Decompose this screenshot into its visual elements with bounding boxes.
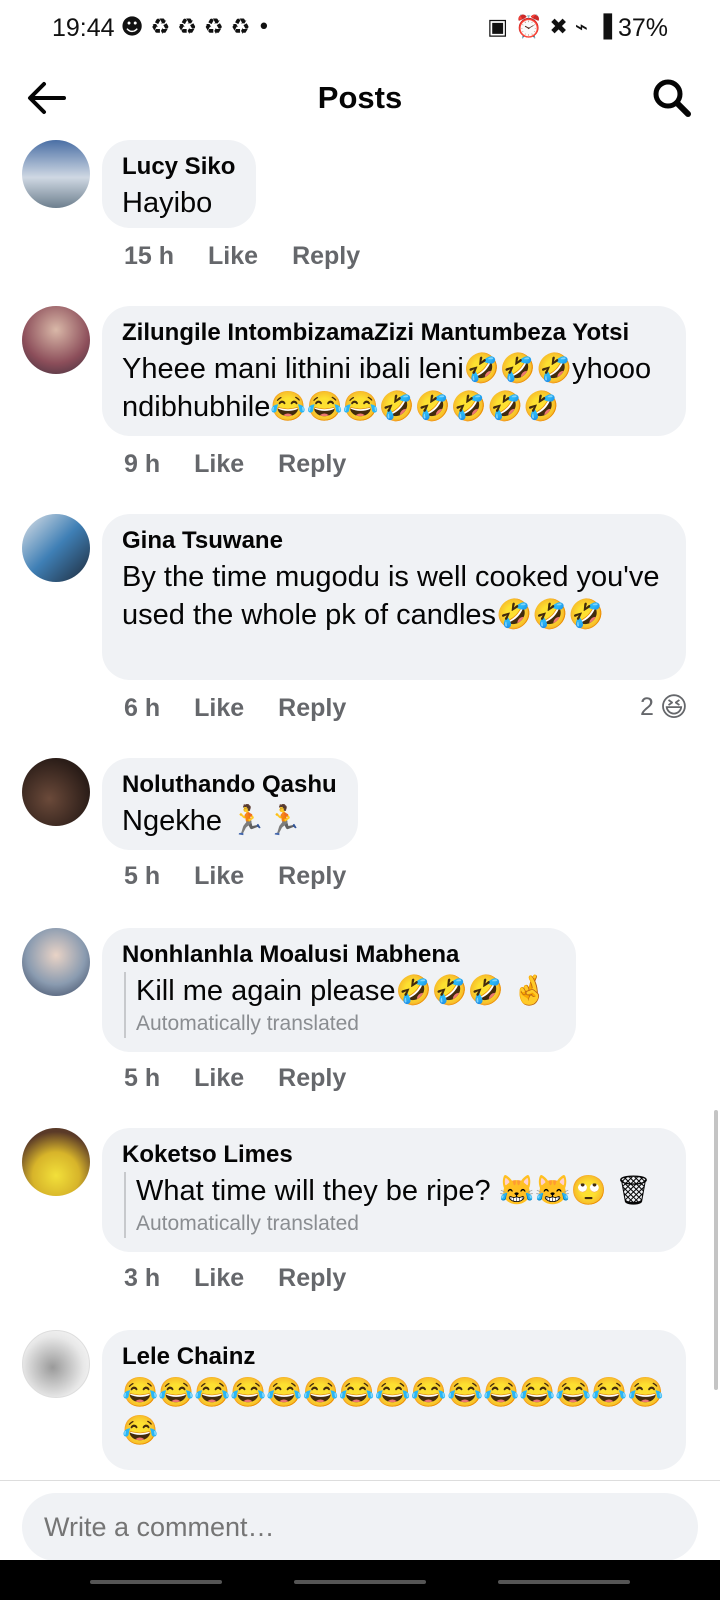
- search-icon: [653, 79, 691, 117]
- battery-level: 37%: [617, 13, 668, 42]
- reply-button[interactable]: Reply: [278, 1064, 346, 1093]
- status-right: ▣ ⏰ ✖ ⌁ ▐ 37%: [487, 14, 668, 43]
- haha-reaction-icon: 😆: [659, 692, 688, 723]
- comment-time[interactable]: 3 h: [124, 1264, 160, 1293]
- comment-time[interactable]: 5 h: [124, 1064, 160, 1093]
- comment-author[interactable]: Noluthando Qashu: [122, 768, 338, 802]
- comment-text: What time will they be ripe? 😹😹🙄 🗑: [136, 1175, 652, 1207]
- recent-apps-button[interactable]: [90, 1580, 222, 1584]
- comment-bubble: Zilungile IntombizamaZizi Mantumbeza Yot…: [102, 306, 686, 436]
- comment-bubble: Koketso Limes What time will they be rip…: [102, 1128, 686, 1252]
- comment-bubble: Lele Chainz 😂😂😂😂😂😂😂😂😂😂😂😂😂😂😂😂: [102, 1330, 686, 1470]
- comment-text: By the time mugodu is well cooked you've…: [122, 561, 660, 631]
- comment-actions: 5 h Like Reply: [124, 1064, 346, 1093]
- comment-text: Yheee mani lithini ibali leni🤣🤣🤣yhooo nd…: [122, 353, 652, 423]
- reaction-summary[interactable]: 2 😆: [640, 692, 688, 723]
- comment-time[interactable]: 5 h: [124, 862, 160, 891]
- like-button[interactable]: Like: [194, 450, 244, 479]
- reply-button[interactable]: Reply: [278, 694, 346, 723]
- like-button[interactable]: Like: [194, 694, 244, 723]
- comment-text: Ngekhe 🏃🏃: [122, 805, 303, 837]
- comment-author[interactable]: Lucy Siko: [122, 150, 236, 184]
- back-button[interactable]: [24, 78, 68, 118]
- like-button[interactable]: Like: [194, 1264, 244, 1293]
- avatar[interactable]: [22, 1330, 90, 1398]
- comment-actions: 3 h Like Reply: [124, 1264, 346, 1293]
- translated-block: Kill me again please🤣🤣🤣 🤞 Automatically …: [124, 972, 556, 1038]
- reply-button[interactable]: Reply: [278, 1264, 346, 1293]
- comment-author[interactable]: Nonhlanhla Moalusi Mabhena: [122, 938, 556, 972]
- comment-text: Kill me again please🤣🤣🤣 🤞: [136, 975, 549, 1007]
- avatar[interactable]: [22, 758, 90, 826]
- comment-composer: [0, 1480, 720, 1561]
- comment-author[interactable]: Lele Chainz: [122, 1340, 666, 1374]
- comment-text: 😂😂😂😂😂😂😂😂😂😂😂😂😂😂😂😂: [122, 1377, 664, 1447]
- comment-text: Hayibo: [122, 187, 213, 219]
- page-title: Posts: [317, 80, 403, 115]
- comment-bubble: Noluthando Qashu Ngekhe 🏃🏃: [102, 758, 358, 850]
- comment-time[interactable]: 9 h: [124, 450, 160, 479]
- back-nav-button[interactable]: [498, 1580, 630, 1584]
- status-time: 19:44: [52, 13, 115, 42]
- avatar[interactable]: [22, 1128, 90, 1196]
- comment-author[interactable]: Zilungile IntombizamaZizi Mantumbeza Yot…: [122, 316, 666, 350]
- translated-block: What time will they be ripe? 😹😹🙄 🗑 Autom…: [124, 1172, 666, 1238]
- comment-time[interactable]: 15 h: [124, 242, 174, 271]
- comment-time[interactable]: 6 h: [124, 694, 160, 723]
- comment-actions: 9 h Like Reply: [124, 450, 346, 479]
- reply-button[interactable]: Reply: [292, 242, 360, 271]
- home-button[interactable]: [294, 1580, 426, 1584]
- status-left: 19:44 ☻ ♻ ♻ ♻ ♻ •: [52, 14, 270, 43]
- comment-author[interactable]: Gina Tsuwane: [122, 524, 666, 558]
- auto-translated-label[interactable]: Automatically translated: [136, 1210, 666, 1238]
- comment-actions: 5 h Like Reply: [124, 862, 346, 891]
- auto-translated-label[interactable]: Automatically translated: [136, 1010, 556, 1038]
- back-arrow-icon: [28, 82, 66, 114]
- avatar[interactable]: [22, 306, 90, 374]
- reply-button[interactable]: Reply: [278, 450, 346, 479]
- avatar[interactable]: [22, 514, 90, 582]
- system-icons: ▣ ⏰ ✖ ⌁ ▐: [487, 15, 612, 40]
- comment-bubble: Lucy Siko Hayibo: [102, 140, 256, 228]
- comment-actions: 15 h Like Reply: [124, 242, 360, 271]
- reaction-count: 2: [639, 693, 654, 721]
- comment-input[interactable]: [22, 1493, 698, 1561]
- comment-bubble: Gina Tsuwane By the time mugodu is well …: [102, 514, 686, 680]
- comment-author[interactable]: Koketso Limes: [122, 1138, 666, 1172]
- like-button[interactable]: Like: [208, 242, 258, 271]
- like-button[interactable]: Like: [194, 1064, 244, 1093]
- comments-feed: Lucy Siko Hayibo 15 h Like Reply Zilungi…: [0, 134, 720, 1480]
- avatar[interactable]: [22, 140, 90, 208]
- avatar[interactable]: [22, 928, 90, 996]
- system-nav-bar: [0, 1560, 720, 1600]
- status-bar: 19:44 ☻ ♻ ♻ ♻ ♻ • ▣ ⏰ ✖ ⌁ ▐ 37%: [0, 0, 720, 56]
- comment-actions: 6 h Like Reply: [124, 694, 346, 723]
- scrollbar[interactable]: [714, 1110, 718, 1390]
- app-header: Posts: [0, 62, 720, 134]
- search-button[interactable]: [650, 76, 694, 120]
- comment-bubble: Nonhlanhla Moalusi Mabhena Kill me again…: [102, 928, 576, 1052]
- reply-button[interactable]: Reply: [278, 862, 346, 891]
- like-button[interactable]: Like: [194, 862, 244, 891]
- notification-icons: ☻ ♻ ♻ ♻ ♻ •: [120, 15, 271, 40]
